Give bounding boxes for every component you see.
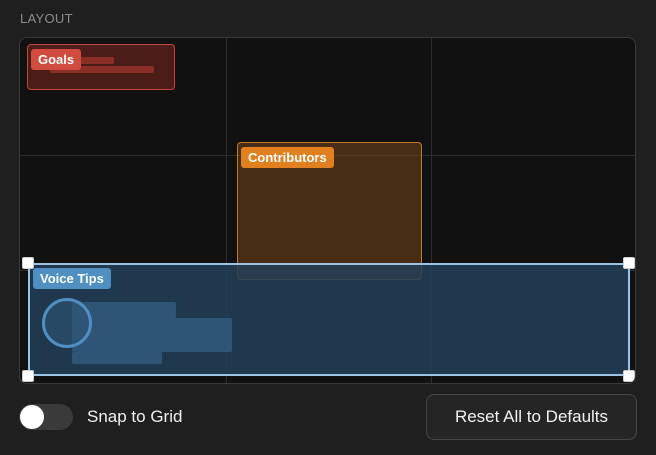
section-title: LAYOUT (20, 11, 73, 26)
toggle-knob (20, 405, 44, 429)
snap-to-grid-toggle[interactable] (19, 404, 73, 430)
widget-voice-tips-label: Voice Tips (33, 268, 111, 289)
widget-voice-tips[interactable]: Voice Tips (28, 263, 630, 376)
resize-handle-top-left[interactable] (22, 257, 34, 269)
widget-goals[interactable]: Goals (27, 44, 175, 90)
reset-all-button[interactable]: Reset All to Defaults (426, 394, 637, 440)
resize-handle-bottom-left[interactable] (22, 370, 34, 382)
resize-handle-bottom-right[interactable] (623, 370, 635, 382)
resize-handle-top-right[interactable] (623, 257, 635, 269)
voice-tips-preview-block (72, 352, 162, 364)
widget-contributors[interactable]: Contributors (237, 142, 422, 280)
layout-canvas[interactable]: Goals Contributors Voice Tips (19, 37, 636, 384)
voice-tips-avatar-placeholder (42, 298, 92, 348)
snap-to-grid-label: Snap to Grid (87, 407, 183, 426)
widget-goals-label: Goals (31, 49, 82, 70)
voice-tips-preview-block (72, 318, 232, 352)
widget-contributors-label: Contributors (241, 147, 334, 168)
